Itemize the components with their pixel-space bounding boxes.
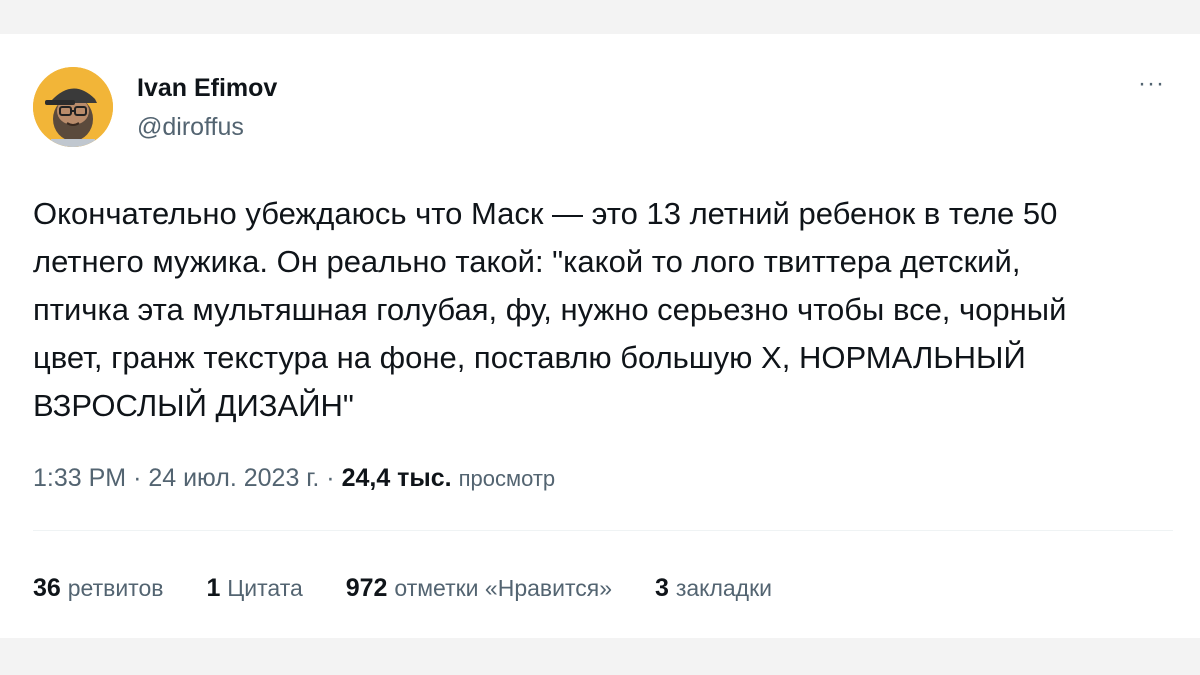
- views-count: 24,4 тыс.: [341, 464, 452, 492]
- stat-number: 36: [33, 574, 61, 602]
- tweet-text-line: летнего мужика. Он реально такой: "какой…: [33, 244, 1021, 279]
- bottom-background-band: [0, 638, 1200, 675]
- views-label: просмотр: [458, 466, 556, 491]
- tweet-text-line: цвет, гранж текстура на фоне, поставлю б…: [33, 340, 1026, 375]
- stat-number: 972: [345, 574, 388, 602]
- stat-likes[interactable]: 972 отметки «Нравится»: [346, 574, 612, 603]
- tweet-text: Окончательно убеждаюсь что Маск — это 13…: [33, 190, 1173, 430]
- meta-separator: ·: [326, 464, 335, 492]
- author-display-name[interactable]: Ivan Efimov: [137, 74, 277, 103]
- cartoon-bearded-man-avatar-icon: [33, 67, 113, 147]
- stat-retweets[interactable]: 36 ретвитов: [33, 574, 163, 603]
- tweet-meta: 1:33 PM · 24 июл. 2023 г. · 24,4 тыс. пр…: [33, 464, 555, 493]
- more-horizontal-icon[interactable]: ···: [1138, 72, 1165, 96]
- stat-number: 3: [654, 574, 669, 602]
- divider: [33, 530, 1173, 531]
- meta-separator: ·: [133, 464, 142, 492]
- avatar[interactable]: [33, 67, 113, 147]
- tweet-date[interactable]: 24 июл. 2023 г.: [148, 464, 319, 492]
- stat-bookmarks[interactable]: 3 закладки: [655, 574, 772, 603]
- tweet-stats: 36 ретвитов 1 Цитата 972 отметки «Нравит…: [33, 574, 808, 603]
- stat-label: закладки: [675, 575, 773, 601]
- stat-quotes[interactable]: 1 Цитата: [206, 574, 302, 603]
- tweet-text-line: птичка эта мультяшная голубая, фу, нужно…: [33, 292, 1067, 327]
- stat-number: 1: [206, 574, 221, 602]
- stat-label: отметки «Нравится»: [394, 575, 612, 601]
- tweet-time[interactable]: 1:33 PM: [33, 464, 126, 492]
- tweet-text-line: ВЗРОСЛЫЙ ДИЗАЙН": [33, 388, 354, 423]
- top-background-band: [0, 0, 1200, 34]
- tweet-text-line: Окончательно убеждаюсь что Маск — это 13…: [33, 196, 1058, 231]
- stat-label: Цитата: [227, 575, 303, 601]
- stat-label: ретвитов: [67, 575, 164, 601]
- author-handle[interactable]: @diroffus: [137, 113, 244, 142]
